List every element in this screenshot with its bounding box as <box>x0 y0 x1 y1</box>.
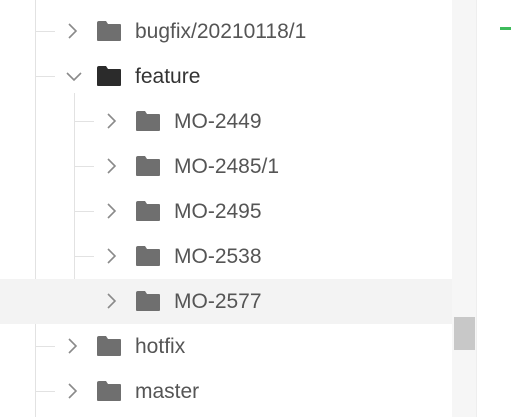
folder-icon <box>135 110 161 132</box>
tree-node-mo-2538[interactable]: MO-2538 <box>0 234 452 279</box>
status-marker <box>500 27 511 30</box>
tree-node-label: master <box>135 380 200 403</box>
chevron-right-icon[interactable] <box>101 246 121 266</box>
folder-icon <box>96 65 122 87</box>
chevron-right-icon[interactable] <box>62 336 82 356</box>
folder-icon <box>135 290 161 312</box>
chevron-right-icon[interactable] <box>101 201 121 221</box>
tree-node-label: MO-2495 <box>174 200 262 223</box>
tree-node-label: hotfix <box>135 335 186 358</box>
chevron-right-icon[interactable] <box>101 111 121 131</box>
chevron-down-icon[interactable] <box>64 66 84 86</box>
tree-node-hotfix[interactable]: hotfix <box>0 324 452 369</box>
pane-divider <box>476 0 477 417</box>
folder-icon <box>135 155 161 177</box>
branch-tree: bugfix/20210118/1 feature MO-2449 MO-248… <box>0 0 452 417</box>
folder-icon <box>96 20 122 42</box>
tree-node-label: MO-2577 <box>174 290 262 313</box>
tree-node-mo-2495[interactable]: MO-2495 <box>0 189 452 234</box>
tree-node-label: MO-2449 <box>174 110 262 133</box>
tree-node-bugfix-20210118-1[interactable]: bugfix/20210118/1 <box>0 9 452 54</box>
folder-icon <box>135 200 161 222</box>
tree-node-label: bugfix/20210118/1 <box>135 20 307 43</box>
folder-icon <box>135 245 161 267</box>
scrollbar-track[interactable] <box>452 0 476 417</box>
folder-icon <box>96 380 122 402</box>
chevron-right-icon[interactable] <box>101 156 121 176</box>
tree-node-label: MO-2485/1 <box>174 155 280 178</box>
tree-node-label: MO-2538 <box>174 245 262 268</box>
tree-node-mo-2485-1[interactable]: MO-2485/1 <box>0 144 452 189</box>
tree-node-master[interactable]: master <box>0 369 452 414</box>
tree-node-label: feature <box>135 65 201 88</box>
tree-node-feature[interactable]: feature <box>0 54 452 99</box>
branch-panel: bugfix/20210118/1 feature MO-2449 MO-248… <box>0 0 511 417</box>
folder-icon <box>96 335 122 357</box>
chevron-right-icon[interactable] <box>62 381 82 401</box>
scrollbar-thumb[interactable] <box>454 317 475 350</box>
chevron-right-icon[interactable] <box>101 291 121 311</box>
tree-node-mo-2577[interactable]: MO-2577 <box>0 279 452 324</box>
chevron-right-icon[interactable] <box>62 21 82 41</box>
tree-node-mo-2449[interactable]: MO-2449 <box>0 99 452 144</box>
